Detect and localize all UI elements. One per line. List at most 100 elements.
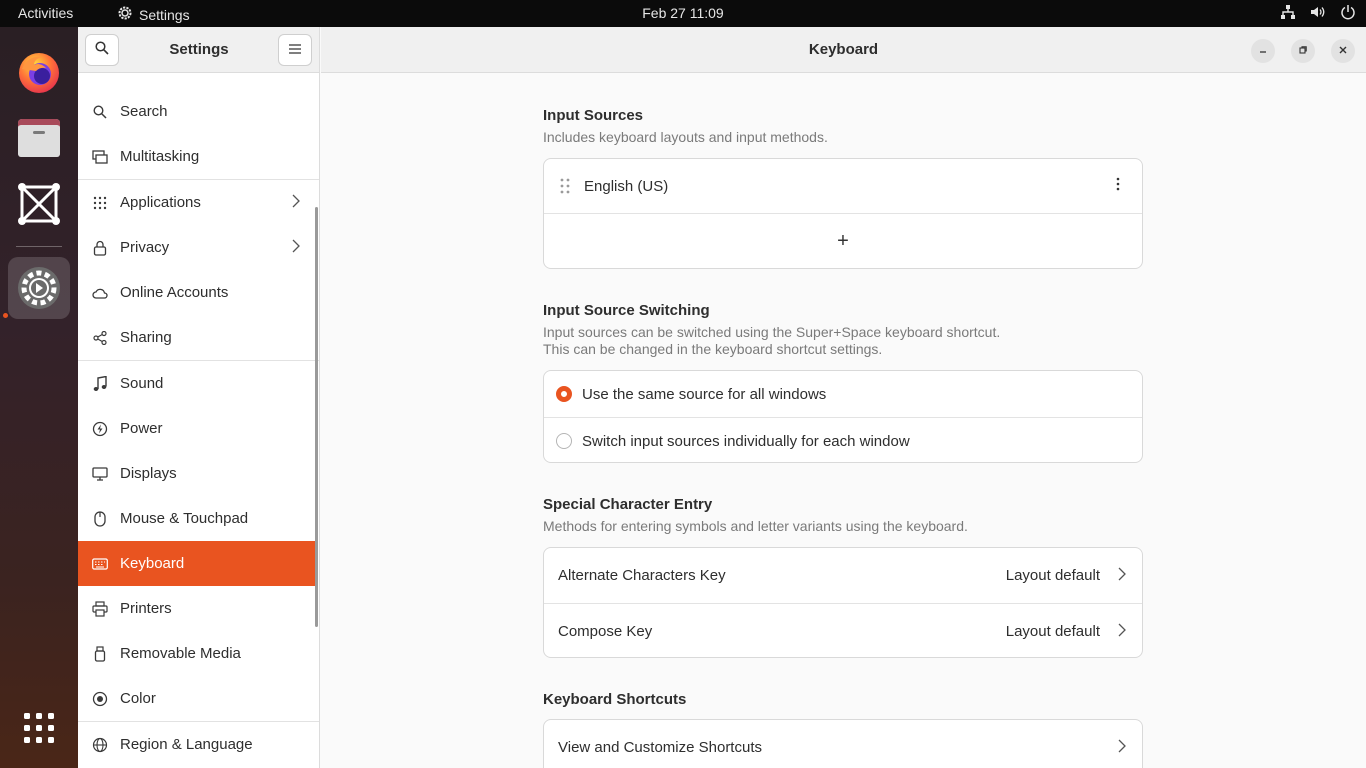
app-menu-label: Settings <box>139 6 190 23</box>
add-input-source-button[interactable]: + <box>544 214 1142 268</box>
cloud-icon <box>92 285 108 301</box>
input-sources-description: Includes keyboard layouts and input meth… <box>543 129 828 145</box>
screenshot-dock-icon[interactable] <box>8 173 70 235</box>
input-sources-card: English (US) + <box>543 158 1143 269</box>
view-shortcuts-label: View and Customize Shortcuts <box>558 739 762 756</box>
maximize-button[interactable] <box>1291 39 1315 63</box>
sidebar-item-label: Region & Language <box>120 736 253 753</box>
sidebar-item-applications[interactable]: Applications <box>78 180 318 225</box>
sidebar-item-label: Color <box>120 690 156 707</box>
radio-same-source[interactable]: Use the same source for all windows <box>544 371 1142 417</box>
sidebar-item-color[interactable]: Color <box>78 676 318 721</box>
sidebar-item-power[interactable]: Power <box>78 406 318 451</box>
power-bolt-icon <box>92 421 108 437</box>
sidebar-header: Settings <box>78 27 319 73</box>
sidebar-item-label: Printers <box>120 600 172 617</box>
running-indicator <box>3 313 8 318</box>
system-tray[interactable] <box>1280 4 1356 23</box>
sidebar-item-label: Mouse & Touchpad <box>120 510 249 527</box>
view-shortcuts-row[interactable]: View and Customize Shortcuts <box>544 720 1142 768</box>
files-dock-icon[interactable] <box>8 107 70 169</box>
sidebar-item-printers[interactable]: Printers <box>78 586 318 631</box>
globe-icon <box>92 737 108 753</box>
radio-button-selected[interactable] <box>556 386 572 402</box>
special-chars-title: Special Character Entry <box>543 496 713 513</box>
plus-icon: + <box>837 230 849 252</box>
page-title: Keyboard <box>808 41 879 58</box>
app-menu[interactable]: Settings <box>117 5 190 24</box>
settings-dock-icon[interactable] <box>8 257 70 319</box>
shortcuts-card: View and Customize Shortcuts <box>543 719 1143 768</box>
network-icon <box>1280 4 1296 23</box>
mouse-icon <box>92 510 108 527</box>
sidebar-item-keyboard[interactable]: Keyboard <box>78 541 318 586</box>
search-icon <box>92 104 108 120</box>
alternate-characters-label: Alternate Characters Key <box>558 567 726 584</box>
display-icon <box>92 466 108 482</box>
sidebar-item-mouse-touchpad[interactable]: Mouse & Touchpad <box>78 496 318 541</box>
chevron-right-icon <box>292 239 300 257</box>
color-icon <box>92 691 108 707</box>
sidebar-item-label: Online Accounts <box>120 284 229 301</box>
special-chars-card: Alternate Characters Key Layout default … <box>543 547 1143 658</box>
sidebar-item-sound[interactable]: Sound <box>78 361 318 406</box>
minimize-icon <box>1258 44 1268 58</box>
firefox-dock-icon[interactable] <box>8 41 70 103</box>
activities-button[interactable]: Activities <box>18 5 73 21</box>
settings-gear-icon <box>117 5 133 24</box>
sidebar-item-label: Removable Media <box>120 645 241 662</box>
drag-handle-icon[interactable] <box>560 178 570 194</box>
search-button[interactable] <box>85 34 119 66</box>
sidebar-item-label: Sound <box>120 375 164 392</box>
sidebar-item-multitasking[interactable]: Multitasking <box>78 134 318 179</box>
shortcuts-title: Keyboard Shortcuts <box>543 691 687 708</box>
compose-key-row[interactable]: Compose Key Layout default <box>544 604 1142 657</box>
top-bar: Activities Settings Feb 27 11:09 <box>0 0 1366 27</box>
close-icon <box>1338 44 1348 58</box>
minimize-button[interactable] <box>1251 39 1275 63</box>
lock-icon <box>92 240 108 256</box>
chevron-right-icon <box>292 194 300 212</box>
sidebar-item-label: Privacy <box>120 239 170 256</box>
clock[interactable]: Feb 27 11:09 <box>642 5 723 21</box>
sidebar-item-privacy[interactable]: Privacy <box>78 225 318 270</box>
chevron-right-icon <box>1118 739 1126 757</box>
chevron-right-icon <box>1118 623 1126 641</box>
chevron-right-icon <box>1118 567 1126 585</box>
sidebar-item-search[interactable]: Search <box>78 89 318 134</box>
sidebar-item-label: Displays <box>120 465 177 482</box>
sidebar-item-online-accounts[interactable]: Online Accounts <box>78 270 318 315</box>
show-applications-icon[interactable] <box>8 697 70 759</box>
sidebar-item-label: Multitasking <box>120 148 200 165</box>
keyboard-icon <box>92 556 108 572</box>
compose-key-label: Compose Key <box>558 623 653 640</box>
input-sources-title: Input Sources <box>543 107 644 124</box>
hamburger-menu-icon <box>289 41 301 59</box>
sidebar-item-label: Search <box>120 103 168 120</box>
sidebar-item-region-language[interactable]: Region & Language <box>78 722 318 767</box>
kebab-menu-icon[interactable] <box>1116 177 1120 195</box>
printer-icon <box>92 600 108 617</box>
radio-button[interactable] <box>556 433 572 449</box>
alternate-characters-row[interactable]: Alternate Characters Key Layout default <box>544 548 1142 603</box>
switching-description-line1: Input sources can be switched using the … <box>543 324 1001 340</box>
search-icon <box>95 40 109 60</box>
switching-title: Input Source Switching <box>543 302 710 319</box>
dock <box>0 27 78 768</box>
close-button[interactable] <box>1331 39 1355 63</box>
usb-drive-icon <box>92 645 108 662</box>
sidebar-item-removable-media[interactable]: Removable Media <box>78 631 318 676</box>
main-menu-button[interactable] <box>278 34 312 66</box>
sidebar: Settings Search Multitasking Application… <box>78 27 320 768</box>
radio-individual-source[interactable]: Switch input sources individually for ea… <box>544 418 1142 462</box>
share-icon <box>92 330 108 346</box>
sidebar-item-displays[interactable]: Displays <box>78 451 318 496</box>
volume-icon <box>1310 4 1326 23</box>
input-source-row[interactable]: English (US) <box>544 159 1142 213</box>
sidebar-scrollbar[interactable] <box>315 207 318 627</box>
sidebar-item-label: Power <box>120 420 163 437</box>
compose-key-value: Layout default <box>1005 623 1100 640</box>
sidebar-item-sharing[interactable]: Sharing <box>78 315 318 360</box>
switching-description-line2: This can be changed in the keyboard shor… <box>543 341 883 357</box>
sidebar-title: Settings <box>169 41 229 58</box>
